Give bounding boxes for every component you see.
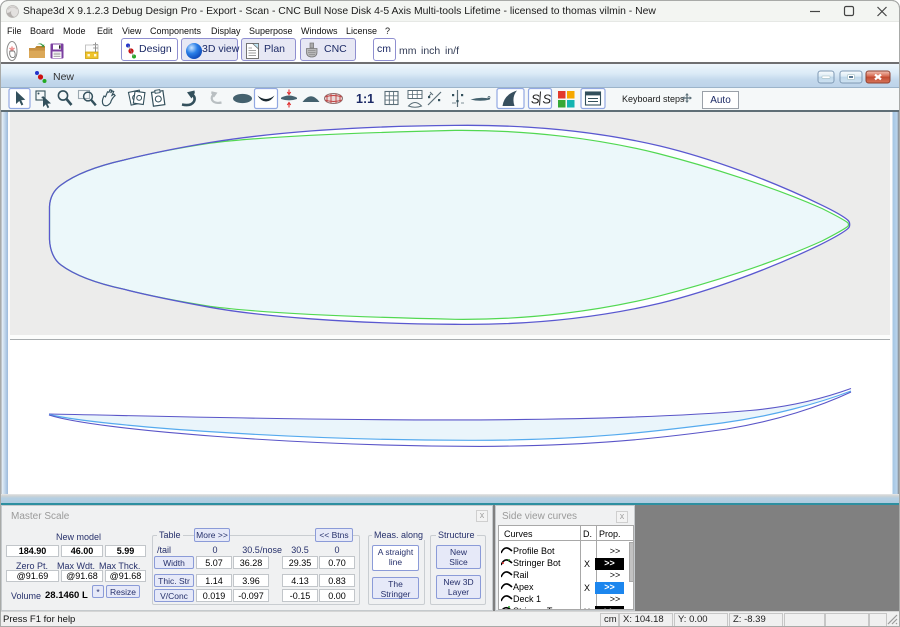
svg-text:S: S (543, 92, 552, 107)
svg-text:S: S (531, 92, 540, 107)
svg-text:1:1: 1:1 (356, 92, 374, 106)
svg-text:Keyboard steps: Keyboard steps (622, 94, 685, 104)
